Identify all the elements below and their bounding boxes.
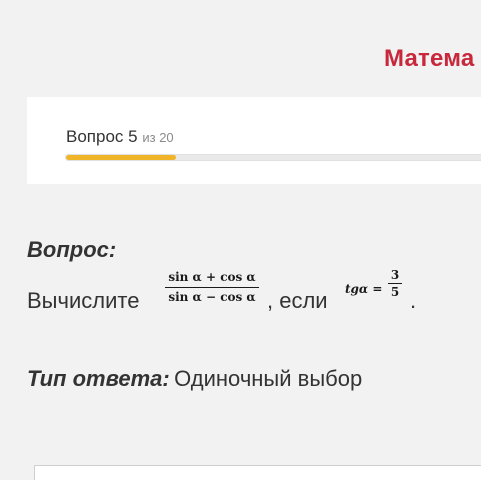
question-text-middle: , если [267, 288, 328, 313]
formula-denominator: sin α − cos α [168, 290, 256, 304]
question-text-before: Вычислите [27, 288, 140, 313]
progress-card: Вопрос 5 из 20 [27, 97, 481, 184]
question-text-after: . [410, 288, 417, 313]
progress-total: из 20 [142, 130, 174, 145]
answer-type: Тип ответа: Одиночный выбор [27, 366, 362, 392]
progress-prefix: Вопрос [66, 127, 124, 146]
condition-lhs: tgα = [345, 282, 383, 296]
question-text: Вычислите sin α + cos α sin α − cos α , … [27, 266, 481, 326]
quiz-page: Матема Вопрос 5 из 20 Вопрос: Вычислите … [0, 0, 481, 480]
progress-bar-fill [66, 155, 176, 160]
condition-numerator: 3 [390, 268, 400, 282]
site-brand-title[interactable]: Матема [384, 45, 474, 73]
condition-formula: tgα = 3 5 [345, 268, 405, 318]
formula-fraction-bar [165, 287, 259, 288]
progress-current: 5 [128, 127, 138, 146]
answer-type-label: Тип ответа: [27, 366, 170, 391]
condition-denominator: 5 [390, 285, 400, 299]
answer-type-value: Одиночный выбор [174, 366, 363, 391]
formula-numerator: sin α + cos α [168, 270, 256, 284]
progress-bar [65, 154, 481, 161]
question-formula: sin α + cos α sin α − cos α [165, 270, 259, 305]
question-heading: Вопрос: [27, 237, 117, 262]
condition-fraction: 3 5 [388, 268, 402, 299]
condition-fraction-bar [388, 283, 402, 284]
answer-options-box[interactable] [34, 465, 481, 480]
progress-label: Вопрос 5 из 20 [66, 127, 174, 147]
